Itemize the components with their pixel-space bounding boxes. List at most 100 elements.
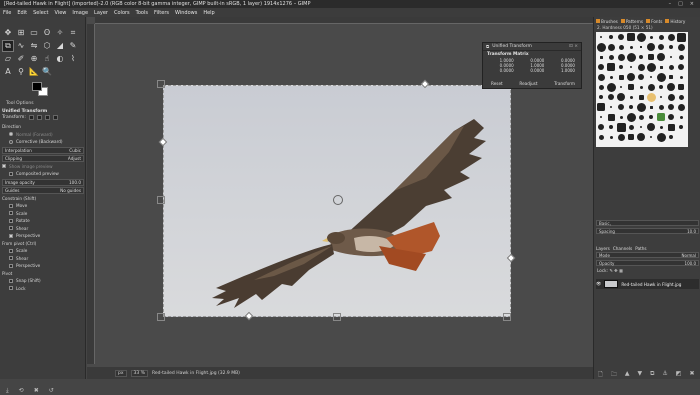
transform-button[interactable]: Transform xyxy=(554,81,575,86)
align-tool-icon[interactable]: ⊞ xyxy=(15,27,27,39)
pivot-snap-checkbox[interactable]: Snap (Shift) xyxy=(2,277,84,285)
brush-preview[interactable] xyxy=(606,52,616,62)
brush-preview[interactable] xyxy=(636,72,646,82)
brush-preview[interactable] xyxy=(656,42,666,52)
dodge-burn-icon[interactable]: ◐ xyxy=(54,53,66,65)
brush-preview[interactable] xyxy=(646,92,656,102)
menu-view[interactable]: View xyxy=(55,10,67,16)
brush-preview[interactable] xyxy=(596,42,606,52)
bucket-fill-icon[interactable]: ◢ xyxy=(54,40,66,52)
menu-tools[interactable]: Tools xyxy=(136,10,148,16)
brush-preview[interactable] xyxy=(616,122,626,132)
lock-alpha-icon[interactable]: ▦ xyxy=(619,268,623,273)
transform-layer-icon[interactable] xyxy=(28,115,34,120)
save-preset-icon[interactable]: ⤓ xyxy=(6,387,9,395)
brush-preview[interactable] xyxy=(666,82,676,92)
brush-preview[interactable] xyxy=(636,32,646,42)
menu-edit[interactable]: Edit xyxy=(17,10,27,16)
brush-preview[interactable] xyxy=(626,82,636,92)
transform-corner-handle-tl[interactable] xyxy=(157,80,165,88)
brush-preview[interactable] xyxy=(666,42,676,52)
constrain-shear-checkbox[interactable]: Shear xyxy=(2,225,84,233)
brush-preview[interactable] xyxy=(666,32,676,42)
brush-preview[interactable] xyxy=(636,42,646,52)
unit-select[interactable]: px xyxy=(115,369,127,377)
warp-transform-icon[interactable]: ∿ xyxy=(15,40,27,52)
brush-preview[interactable] xyxy=(636,92,646,102)
brush-preview[interactable] xyxy=(626,132,636,142)
brush-preview[interactable] xyxy=(596,112,606,122)
transform-image-icon[interactable] xyxy=(52,115,58,120)
brush-preview[interactable] xyxy=(606,102,616,112)
color-swatches[interactable] xyxy=(32,82,50,98)
tab-history[interactable]: History xyxy=(665,19,685,24)
unified-transform-icon[interactable]: ⧉ xyxy=(2,40,14,52)
brush-preview[interactable] xyxy=(656,92,666,102)
transform-side-handle-left[interactable] xyxy=(157,196,165,204)
image-opacity-slider[interactable]: Image opacity 100.0 xyxy=(2,178,84,186)
brush-preview[interactable] xyxy=(646,72,656,82)
brush-preview[interactable] xyxy=(666,72,676,82)
restore-preset-icon[interactable]: ⟲ xyxy=(19,387,24,395)
brush-preview[interactable] xyxy=(606,42,616,52)
brush-preview[interactable] xyxy=(626,72,636,82)
move-tool-icon[interactable]: ✥ xyxy=(2,27,14,39)
brush-preview[interactable] xyxy=(596,102,606,112)
brush-preview[interactable] xyxy=(656,72,666,82)
pivot-perspective-checkbox[interactable]: Perspective xyxy=(2,262,84,270)
constrain-move-checkbox[interactable]: Move xyxy=(2,202,84,210)
pivot-scale-checkbox[interactable]: Scale xyxy=(2,247,84,255)
brush-preview[interactable] xyxy=(646,62,656,72)
brush-preview[interactable] xyxy=(666,52,676,62)
rect-select-icon[interactable]: ▭ xyxy=(28,27,40,39)
flip-tool-icon[interactable]: ⇋ xyxy=(28,40,40,52)
layer-row[interactable]: 👁 Red-tailed Hawk in Flight.jpg xyxy=(596,279,699,289)
brush-preview[interactable] xyxy=(606,132,616,142)
transform-side-handle-bottom[interactable] xyxy=(333,313,341,321)
brush-preview[interactable] xyxy=(646,82,656,92)
pivot-lock-checkbox[interactable]: Lock xyxy=(2,285,84,293)
tab-brushes[interactable]: Brushes xyxy=(596,19,618,24)
brush-preview[interactable] xyxy=(596,72,606,82)
brush-preview[interactable] xyxy=(626,122,636,132)
brush-preview[interactable] xyxy=(656,132,666,142)
brush-preview[interactable] xyxy=(646,42,656,52)
brush-preview[interactable] xyxy=(676,122,686,132)
dialog-close-icon[interactable]: ⊡ × xyxy=(569,44,581,49)
brush-preview[interactable] xyxy=(616,42,626,52)
clone-tool-icon[interactable]: ⊕ xyxy=(28,53,40,65)
brush-preview[interactable] xyxy=(596,52,606,62)
zoom-tool-icon[interactable]: 🔍 xyxy=(41,66,53,78)
brush-preview[interactable] xyxy=(606,92,616,102)
brush-preview[interactable] xyxy=(606,82,616,92)
text-tool-icon[interactable]: A xyxy=(2,66,14,78)
menu-filters[interactable]: Filters xyxy=(154,10,169,16)
brush-preview[interactable] xyxy=(646,102,656,112)
brush-preview[interactable] xyxy=(656,52,666,62)
brush-preview[interactable] xyxy=(626,102,636,112)
paths-tool-icon[interactable]: ⌇ xyxy=(67,53,79,65)
constrain-scale-checkbox[interactable]: Scale xyxy=(2,210,84,218)
smudge-tool-icon[interactable]: ☝ xyxy=(41,53,53,65)
brush-preview[interactable] xyxy=(616,92,626,102)
brush-preview[interactable] xyxy=(666,132,676,142)
brush-preview[interactable] xyxy=(666,102,676,112)
brush-preview[interactable] xyxy=(636,52,646,62)
airbrush-icon[interactable]: ✐ xyxy=(15,53,27,65)
brush-preview[interactable] xyxy=(596,92,606,102)
brush-preview[interactable] xyxy=(626,62,636,72)
brush-preview[interactable] xyxy=(676,102,686,112)
brush-preview[interactable] xyxy=(656,62,666,72)
mode-select[interactable]: Mode Normal xyxy=(596,252,699,258)
tab-channels[interactable]: Channels xyxy=(613,246,632,251)
brush-preview[interactable] xyxy=(616,52,626,62)
brush-preview[interactable] xyxy=(606,112,616,122)
brush-preview[interactable] xyxy=(676,112,686,122)
brush-preview[interactable] xyxy=(666,122,676,132)
brush-preview[interactable] xyxy=(676,92,686,102)
menu-help[interactable]: Help xyxy=(203,10,214,16)
brush-preview[interactable] xyxy=(596,82,606,92)
interpolation-select[interactable]: Interpolation Cubic xyxy=(2,146,84,154)
transform-selection-icon[interactable] xyxy=(36,115,42,120)
menu-image[interactable]: Image xyxy=(72,10,88,16)
